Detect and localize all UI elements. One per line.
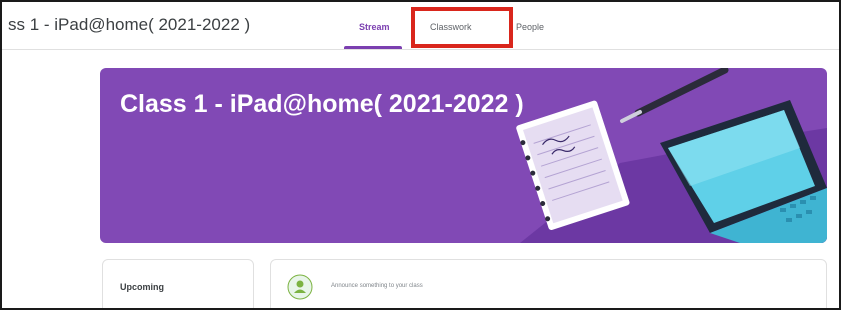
upcoming-card: Upcoming [102, 259, 254, 308]
banner-class-title: Class 1 - iPad@home( 2021-2022 ) [120, 90, 524, 118]
top-bar: ss 1 - iPad@home( 2021-2022 ) Stream Cla… [2, 2, 839, 50]
announce-card[interactable]: Announce something to your class [270, 259, 827, 308]
announce-input[interactable]: Announce something to your class [331, 283, 423, 289]
active-tab-indicator [344, 46, 402, 49]
upcoming-label: Upcoming [120, 282, 164, 292]
group-icon [287, 274, 313, 300]
classwork-highlight-box [411, 7, 513, 48]
class-title[interactable]: ss 1 - iPad@home( 2021-2022 ) [8, 15, 250, 35]
tab-people[interactable]: People [516, 22, 544, 32]
tab-stream[interactable]: Stream [359, 22, 390, 32]
class-banner: Class 1 - iPad@home( 2021-2022 ) [100, 68, 827, 243]
app-frame: ss 1 - iPad@home( 2021-2022 ) Stream Cla… [0, 0, 841, 310]
